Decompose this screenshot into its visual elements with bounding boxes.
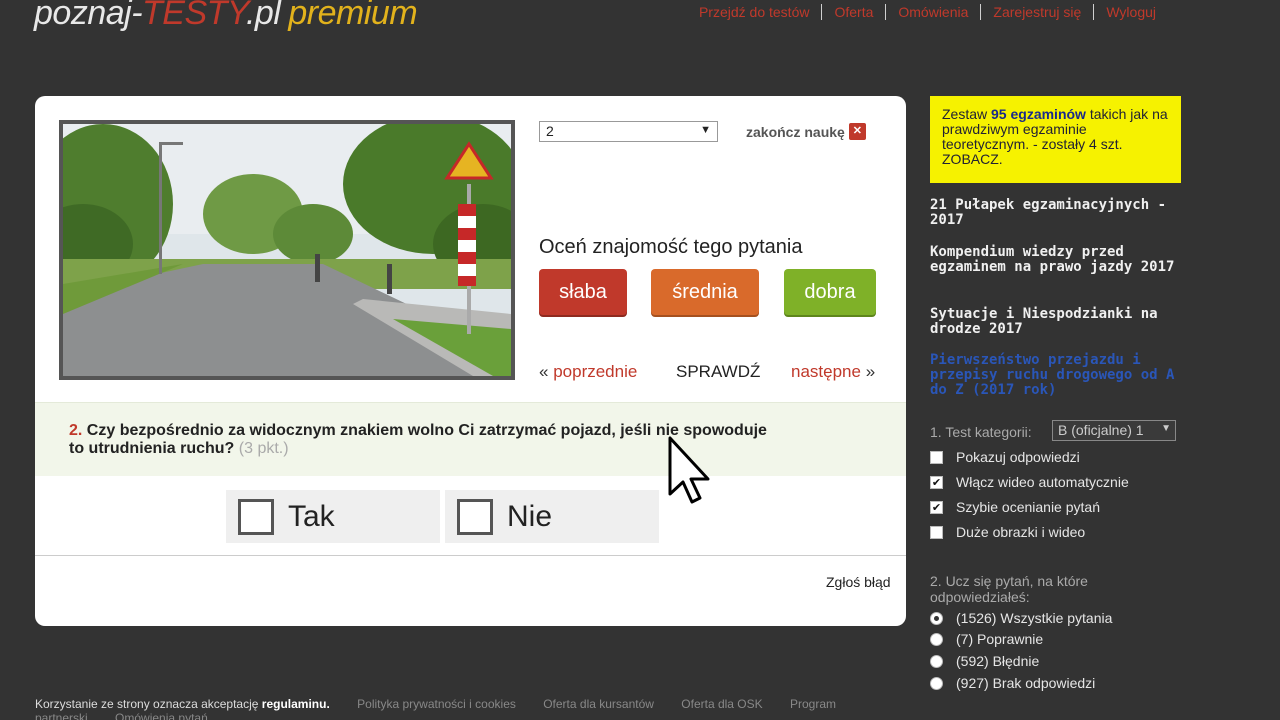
question-number-select[interactable]: 2 ▼ (539, 121, 718, 142)
logo-text: poznaj- (34, 0, 143, 32)
rate-good-button[interactable]: dobra (784, 269, 876, 315)
previous-label: poprzednie (553, 362, 638, 381)
radio-selected[interactable] (930, 611, 943, 625)
footer-notice: Korzystanie ze strony oznacza akceptację… (35, 697, 330, 711)
question-photo (59, 120, 515, 380)
checkbox-checked[interactable]: ✔ (930, 475, 943, 489)
option-autoplay-video[interactable]: ✔ Włącz wideo automatycznie (930, 474, 1129, 490)
sidebar-link-situations[interactable]: Sytuacje i Niespodzianki na drodze 2017 (930, 307, 1190, 337)
nav-offer[interactable]: Oferta (821, 4, 885, 20)
prev-arrow-icon: « (539, 362, 549, 381)
chevron-down-icon: ▼ (1161, 423, 1171, 434)
promo-text: Zestaw (942, 106, 992, 122)
question-points: (3 pkt.) (238, 440, 289, 457)
radio[interactable] (930, 654, 943, 668)
option-label: Szybie ocenianie pytań (956, 499, 1100, 515)
sidebar-link-right-of-way[interactable]: Pierwszeństwo przejazdu i przepisy ruchu… (930, 353, 1190, 398)
option-large-media[interactable]: Duże obrazki i wideo (930, 524, 1085, 540)
answer-no-label: Nie (507, 499, 553, 533)
radio-label: (7) Poprawnie (956, 631, 1044, 647)
terms-link[interactable]: regulaminu. (262, 697, 330, 711)
nav-logout[interactable]: Wyloguj (1093, 4, 1168, 20)
option-label: Pokazuj odpowiedzi (956, 449, 1080, 465)
footer-notice-text: Korzystanie ze strony oznacza akceptację (35, 697, 262, 711)
answer-no[interactable]: Nie (445, 490, 659, 543)
top-nav: Przejdź do testów Oferta Omówienia Zarej… (687, 4, 1168, 20)
rate-medium-button[interactable]: średnia (651, 269, 759, 315)
answer-yes-label: Tak (288, 499, 335, 533)
nav-register[interactable]: Zarejestruj się (980, 4, 1093, 20)
checkbox[interactable] (930, 525, 943, 539)
answer-no-checkbox[interactable] (457, 498, 493, 535)
radio-label: (1526) Wszystkie pytania (956, 610, 1113, 626)
mouse-cursor-icon (668, 436, 710, 504)
report-error-link[interactable]: Zgłoś błąd (826, 574, 891, 590)
site-logo[interactable]: poznaj-TESTY.pl premium (34, 0, 418, 35)
option-show-answers[interactable]: Pokazuj odpowiedzi (930, 449, 1080, 465)
answer-yes[interactable]: Tak (226, 490, 440, 543)
radio[interactable] (930, 632, 943, 646)
footer-link-discussions[interactable]: Omówienia pytań (115, 711, 208, 720)
sidebar-link-traps[interactable]: 21 Pułapek egzaminacyjnych - 2017 (930, 198, 1190, 228)
nav-discussions[interactable]: Omówienia (885, 4, 980, 20)
chevron-down-icon: ▼ (700, 124, 711, 136)
radio[interactable] (930, 676, 943, 690)
sidebar-link-compendium[interactable]: Kompendium wiedzy przed egzaminem na pra… (930, 245, 1190, 275)
option-label: Duże obrazki i wideo (956, 524, 1086, 540)
category-label: 1. Test kategorii: (930, 424, 1032, 440)
nav-go-to-tests[interactable]: Przejdź do testów (687, 4, 822, 20)
radio-label: (927) Brak odpowiedzi (956, 675, 1096, 691)
question-text: 2. Czy bezpośrednio za widocznym znakiem… (69, 422, 769, 458)
logo-premium: premium (288, 0, 418, 32)
footer: Korzystanie ze strony oznacza akceptację… (35, 697, 915, 720)
footer-link-students[interactable]: Oferta dla kursantów (543, 697, 654, 711)
check-answer-button[interactable]: SPRAWDŹ (676, 362, 760, 382)
promo-highlight: 95 egzaminów (991, 106, 1086, 122)
learn-label: 2. Ucz się pytań, na które odpowiedziałe… (930, 573, 1088, 605)
answer-yes-checkbox[interactable] (238, 498, 274, 535)
checkbox[interactable] (930, 450, 943, 464)
footer-link-osk[interactable]: Oferta dla OSK (681, 697, 762, 711)
option-fast-rating[interactable]: ✔ Szybie ocenianie pytań (930, 499, 1100, 515)
question-body: Czy bezpośrednio za widocznym znakiem wo… (69, 422, 767, 457)
divider (35, 555, 906, 556)
logo-text-domain: .pl (245, 0, 281, 32)
radio-label: (592) Błędnie (956, 653, 1040, 669)
radio-all-questions[interactable]: (1526) Wszystkie pytania (930, 610, 1112, 626)
radio-correct[interactable]: (7) Poprawnie (930, 631, 1043, 647)
question-number-value: 2 (546, 123, 554, 139)
end-learning-button[interactable]: zakończ naukę ✕ (746, 123, 866, 140)
promo-banner[interactable]: Zestaw 95 egzaminów takich jak na prawdz… (930, 96, 1181, 183)
category-select[interactable]: B (oficjalne) 1 ▼ (1052, 420, 1176, 441)
question-number: 2. (69, 422, 83, 439)
rating-prompt: Oceń znajomość tego pytania (539, 236, 803, 258)
checkbox-checked[interactable]: ✔ (930, 500, 943, 514)
option-label: Włącz wideo automatycznie (956, 474, 1129, 490)
previous-question-link[interactable]: « poprzednie (539, 362, 637, 382)
footer-link-privacy[interactable]: Polityka prywatności i cookies (357, 697, 516, 711)
category-value: B (oficjalne) 1 (1058, 422, 1144, 438)
next-arrow-icon: » (865, 362, 876, 381)
next-label: następne (791, 362, 861, 381)
close-icon: ✕ (848, 123, 866, 140)
rate-weak-button[interactable]: słaba (539, 269, 627, 315)
end-learning-label: zakończ naukę (746, 123, 845, 140)
logo-text-accent: TESTY (142, 0, 246, 32)
question-card: 2 ▼ zakończ naukę ✕ Oceń znajomość tego … (35, 96, 906, 626)
radio-wrong[interactable]: (592) Błędnie (930, 653, 1039, 669)
next-question-link[interactable]: następne » (791, 362, 875, 382)
radio-no-answer[interactable]: (927) Brak odpowiedzi (930, 675, 1095, 691)
